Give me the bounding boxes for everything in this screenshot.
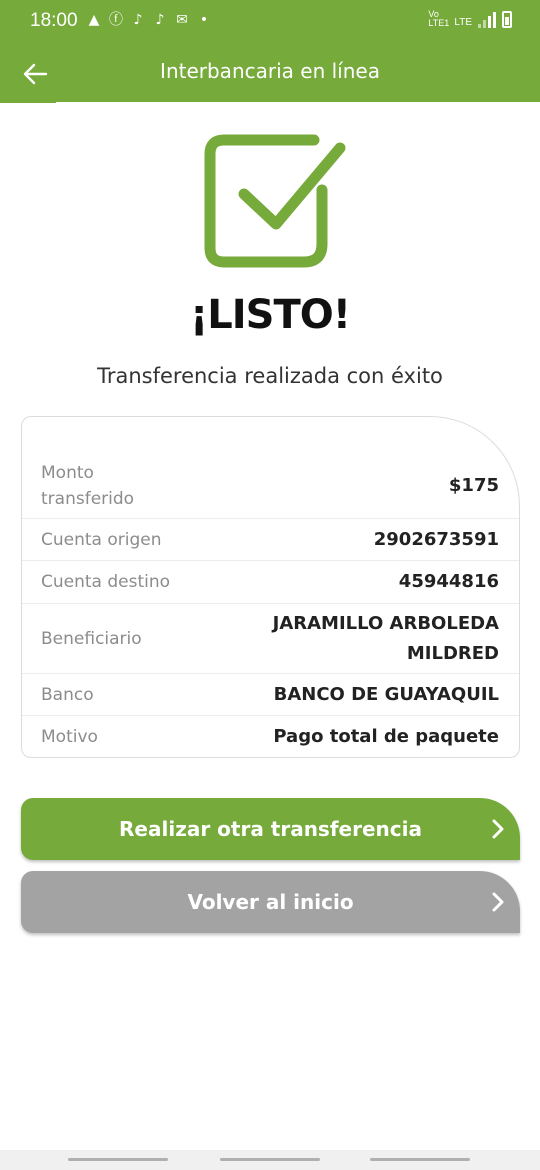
success-check-icon [204, 132, 348, 270]
alert-icon: ▲ [88, 12, 100, 28]
back-home-label: Volver al inicio [187, 890, 354, 914]
detail-row-amount: Monto transferido $175 [22, 453, 519, 519]
facebook-icon: ⓕ [109, 12, 123, 28]
signal-icon [478, 12, 496, 28]
chevron-right-icon [492, 892, 504, 912]
status-bar: 18:00 ▲ ⓕ ♪ ♪ ✉ • Vo LTE1 LTE [0, 0, 540, 46]
notification-icons: ▲ ⓕ ♪ ♪ ✉ • [86, 12, 212, 28]
status-time: 18:00 [30, 10, 78, 31]
success-message: Transferencia realizada con éxito [97, 364, 443, 388]
detail-value: 2902673591 [373, 528, 499, 550]
new-transfer-button[interactable]: Realizar otra transferencia [21, 798, 520, 860]
system-navigation-bar [0, 1150, 540, 1170]
detail-value: 45944816 [398, 571, 499, 592]
home-button[interactable] [220, 1158, 320, 1161]
tiktok-icon: ♪ [133, 12, 143, 28]
detail-label: Cuenta origen [41, 529, 162, 550]
detail-label: Cuenta destino [41, 572, 171, 592]
transfer-details-card: Monto transferido $175 Cuenta origen 290… [21, 416, 520, 758]
dot-icon: • [199, 12, 209, 28]
detail-value: Pago total de paquete [273, 726, 499, 747]
app-bar: Interbancaria en línea [0, 46, 540, 102]
detail-label: Motivo [41, 727, 98, 747]
success-headline: ¡LISTO! [190, 292, 351, 338]
back-home-button[interactable]: Volver al inicio [21, 871, 520, 933]
detail-row-bank: Banco BANCO DE GUAYAQUIL [22, 674, 519, 716]
detail-value: JARAMILLO ARBOLEDA MILDRED [272, 612, 499, 664]
detail-label: Monto transferido [41, 462, 135, 509]
detail-row-origin-account: Cuenta origen 2902673591 [22, 519, 519, 561]
tab-indicator [0, 100, 56, 103]
lte-label: LTE [454, 17, 472, 28]
system-status-icons: Vo LTE1 LTE [428, 10, 512, 28]
tiktok-icon: ♪ [155, 12, 165, 28]
chevron-right-icon [492, 819, 504, 839]
message-icon: ✉ [176, 12, 188, 28]
battery-icon [502, 11, 512, 28]
recent-apps-button[interactable] [68, 1158, 168, 1161]
page-title: Interbancaria en línea [160, 59, 380, 83]
detail-row-reason: Motivo Pago total de paquete [22, 716, 519, 757]
volte-label: Vo LTE1 [428, 9, 450, 28]
detail-label: Banco [41, 684, 94, 705]
new-transfer-label: Realizar otra transferencia [119, 817, 422, 841]
detail-value: BANCO DE GUAYAQUIL [273, 683, 499, 705]
detail-label: Beneficiario [41, 628, 142, 649]
detail-row-beneficiary: Beneficiario JARAMILLO ARBOLEDA MILDRED [22, 604, 519, 674]
detail-value: $175 [448, 474, 499, 496]
detail-row-destination-account: Cuenta destino 45944816 [22, 561, 519, 604]
back-nav-button[interactable] [370, 1158, 470, 1161]
